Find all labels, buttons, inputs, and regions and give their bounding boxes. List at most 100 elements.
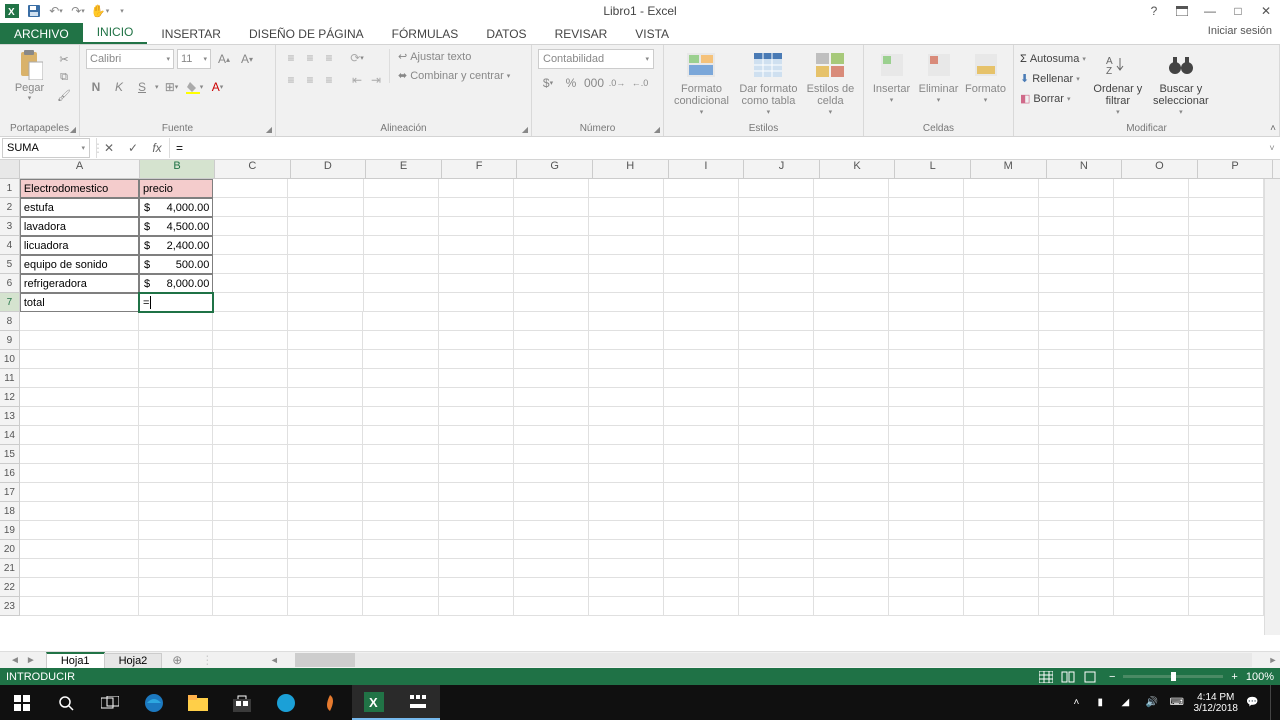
cell[interactable]	[514, 388, 589, 407]
font-name-select[interactable]: Calibri▾	[86, 49, 174, 69]
tab-home[interactable]: INICIO	[83, 21, 148, 44]
cell[interactable]	[664, 540, 739, 559]
cell[interactable]	[1114, 597, 1189, 616]
cell[interactable]	[814, 331, 889, 350]
cell[interactable]	[889, 540, 964, 559]
cell[interactable]	[814, 198, 889, 217]
cell[interactable]	[288, 464, 363, 483]
cell[interactable]	[664, 274, 739, 293]
volume-icon[interactable]: 🔊	[1146, 697, 1162, 708]
cell[interactable]	[20, 445, 139, 464]
cell[interactable]	[213, 388, 288, 407]
cell[interactable]: lavadora	[20, 217, 139, 236]
decrease-indent-icon[interactable]: ⇤	[348, 71, 366, 89]
cell[interactable]	[1114, 350, 1189, 369]
name-box[interactable]: SUMA▾	[2, 138, 90, 158]
cell[interactable]	[364, 217, 439, 236]
currency-icon[interactable]: $▾	[538, 73, 558, 93]
cell[interactable]	[739, 350, 814, 369]
row-header[interactable]: 12	[0, 388, 20, 407]
cell[interactable]	[213, 502, 288, 521]
ribbon-options-icon[interactable]	[1168, 0, 1196, 22]
cell[interactable]	[814, 426, 889, 445]
row-header[interactable]: 20	[0, 540, 20, 559]
cell[interactable]	[739, 217, 814, 236]
cell[interactable]	[964, 464, 1039, 483]
cell[interactable]	[814, 274, 889, 293]
font-color-icon[interactable]: A▾	[208, 77, 228, 97]
row-header[interactable]: 1	[0, 179, 20, 198]
cell[interactable]	[20, 578, 139, 597]
cell[interactable]	[664, 179, 739, 198]
align-left-icon[interactable]: ≡	[282, 71, 300, 89]
cell[interactable]	[964, 236, 1039, 255]
cell[interactable]	[814, 502, 889, 521]
formula-input[interactable]: =	[170, 138, 1264, 158]
cell[interactable]	[739, 578, 814, 597]
cell[interactable]	[814, 350, 889, 369]
cell[interactable]	[589, 559, 664, 578]
cell[interactable]	[363, 597, 438, 616]
cell[interactable]	[1114, 559, 1189, 578]
cell[interactable]	[363, 559, 438, 578]
cell[interactable]	[1189, 502, 1264, 521]
cell[interactable]	[288, 293, 363, 312]
cell[interactable]	[889, 483, 964, 502]
touch-mode-icon[interactable]: ✋▾	[90, 1, 110, 21]
cell[interactable]	[589, 198, 664, 217]
cell[interactable]	[20, 388, 139, 407]
cell[interactable]	[439, 274, 514, 293]
cell[interactable]	[139, 407, 213, 426]
cell[interactable]	[664, 350, 739, 369]
cell[interactable]	[363, 483, 438, 502]
vertical-scrollbar[interactable]	[1264, 179, 1280, 635]
tab-page-layout[interactable]: DISEÑO DE PÁGINA	[235, 23, 378, 44]
cell[interactable]: estufa	[20, 198, 139, 217]
notifications-icon[interactable]: 💬	[1246, 697, 1262, 708]
row-header[interactable]: 11	[0, 369, 20, 388]
cell[interactable]	[20, 312, 139, 331]
select-all-corner[interactable]	[0, 160, 20, 178]
cell[interactable]	[664, 483, 739, 502]
orientation-icon[interactable]: ⟳▾	[348, 49, 366, 67]
cell[interactable]	[589, 312, 664, 331]
cell[interactable]	[889, 312, 964, 331]
cell[interactable]	[1114, 540, 1189, 559]
cell[interactable]	[439, 521, 514, 540]
cell[interactable]	[1039, 388, 1114, 407]
cell[interactable]	[589, 388, 664, 407]
cell[interactable]	[514, 236, 589, 255]
cell[interactable]	[1114, 369, 1189, 388]
cell[interactable]	[439, 331, 514, 350]
autosum-button[interactable]: ΣAutosuma▾	[1020, 49, 1086, 68]
cell[interactable]	[20, 502, 139, 521]
cell[interactable]	[964, 578, 1039, 597]
increase-indent-icon[interactable]: ⇥	[367, 71, 385, 89]
cell[interactable]	[514, 331, 589, 350]
cell[interactable]	[514, 597, 589, 616]
cell[interactable]	[213, 350, 288, 369]
cell[interactable]	[964, 312, 1039, 331]
cell[interactable]	[439, 483, 514, 502]
cell[interactable]	[964, 407, 1039, 426]
cell[interactable]	[363, 578, 438, 597]
signin-link[interactable]: Iniciar sesión	[1208, 25, 1272, 37]
cell[interactable]	[664, 578, 739, 597]
cell[interactable]	[20, 559, 139, 578]
cell[interactable]	[514, 198, 589, 217]
cell[interactable]	[814, 578, 889, 597]
close-icon[interactable]: ✕	[1252, 0, 1280, 22]
cell[interactable]	[1039, 274, 1114, 293]
redo-icon[interactable]: ↷▾	[68, 1, 88, 21]
file-explorer-icon[interactable]	[176, 685, 220, 720]
tab-review[interactable]: REVISAR	[541, 23, 622, 44]
cell[interactable]	[664, 407, 739, 426]
cell[interactable]	[20, 597, 139, 616]
cell[interactable]	[364, 274, 439, 293]
cell[interactable]: $500.00	[139, 255, 213, 274]
cell[interactable]	[1039, 236, 1114, 255]
cell[interactable]	[288, 540, 363, 559]
cell[interactable]	[1189, 521, 1264, 540]
cell[interactable]	[889, 217, 964, 236]
cell[interactable]	[589, 426, 664, 445]
